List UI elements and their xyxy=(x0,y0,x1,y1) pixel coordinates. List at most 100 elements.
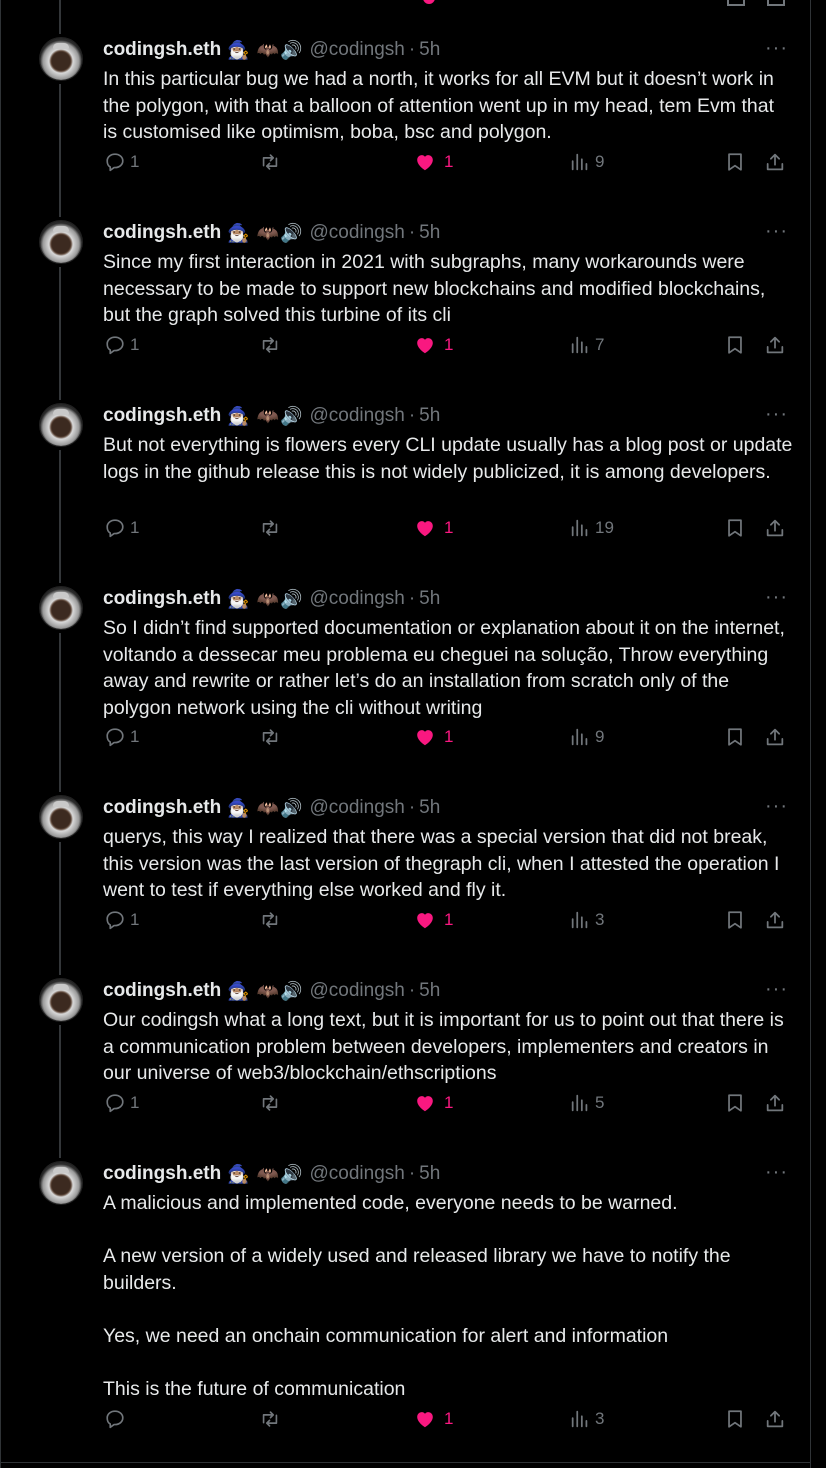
author-handle[interactable]: @codingsh xyxy=(309,1163,404,1185)
views-button[interactable]: 7 xyxy=(569,331,604,359)
tweet-paragraph: A new version of a widely used and relea… xyxy=(103,1245,737,1294)
more-dots-icon[interactable]: ··· xyxy=(765,221,788,241)
like-button[interactable]: 1 xyxy=(414,1405,453,1433)
reply-button[interactable] xyxy=(104,1405,130,1433)
view-count: 9 xyxy=(595,152,605,171)
retweet-button[interactable] xyxy=(258,1089,282,1117)
retweet-icon xyxy=(258,334,282,356)
bookmark-button[interactable] xyxy=(724,514,746,542)
more-dots-icon[interactable]: ··· xyxy=(765,38,788,58)
author-emojis: 🧙🏽‍♂️ 🦇🔊 xyxy=(227,797,304,818)
avatar[interactable] xyxy=(40,1162,82,1204)
bookmark-button[interactable] xyxy=(724,148,746,176)
like-button[interactable]: 1 xyxy=(414,906,453,934)
views-button[interactable]: 3 xyxy=(569,1405,604,1433)
timestamp[interactable]: 5h xyxy=(419,980,440,1002)
bookmark-button[interactable] xyxy=(724,1089,746,1117)
retweet-button[interactable] xyxy=(258,1405,282,1433)
reply-button[interactable]: 1 xyxy=(104,331,139,359)
author-name[interactable]: codingsh.eth xyxy=(103,980,221,1002)
views-button[interactable]: 19 xyxy=(569,514,614,542)
avatar[interactable] xyxy=(40,587,82,629)
author-handle[interactable]: @codingsh xyxy=(309,222,404,244)
bookmark-button[interactable] xyxy=(724,1405,746,1433)
like-count: 1 xyxy=(444,518,454,537)
tweet: codingsh.eth 🧙🏽‍♂️ 🦇🔊 @codingsh · 5h ··· query… xyxy=(0,796,811,960)
timestamp[interactable]: 5h xyxy=(419,588,440,610)
share-button[interactable] xyxy=(764,331,786,359)
author-handle[interactable]: @codingsh xyxy=(309,980,404,1002)
like-button[interactable]: 1 xyxy=(414,1089,453,1117)
like-count: 1 xyxy=(444,1093,454,1112)
tweet-header: codingsh.eth 🧙🏽‍♂️ 🦇🔊 @codingsh · 5h xyxy=(103,587,440,611)
like-button[interactable]: 1 xyxy=(414,331,453,359)
bookmark-button[interactable] xyxy=(724,906,746,934)
reply-button[interactable]: 1 xyxy=(104,148,139,176)
separator-dot: · xyxy=(408,797,416,818)
tweet-actions: 1 1 3 xyxy=(0,906,811,934)
share-button[interactable] xyxy=(764,1405,786,1433)
share-upload-icon xyxy=(764,1408,786,1430)
views-button[interactable]: 3 xyxy=(569,906,604,934)
avatar[interactable] xyxy=(40,404,82,446)
author-emojis: 🧙🏽‍♂️ 🦇🔊 xyxy=(227,980,304,1001)
retweet-button[interactable] xyxy=(258,514,282,542)
avatar[interactable] xyxy=(40,979,82,1021)
share-upload-icon xyxy=(764,334,786,356)
view-count: 7 xyxy=(595,335,605,354)
retweet-icon xyxy=(258,1092,282,1114)
timestamp[interactable]: 5h xyxy=(419,405,440,427)
author-name[interactable]: codingsh.eth xyxy=(103,1163,221,1185)
retweet-button[interactable] xyxy=(258,148,282,176)
share-button[interactable] xyxy=(764,723,786,751)
more-dots-icon[interactable]: ··· xyxy=(765,796,788,816)
author-name[interactable]: codingsh.eth xyxy=(103,39,221,61)
heart-filled-icon xyxy=(414,334,436,356)
timestamp[interactable]: 5h xyxy=(419,1163,440,1185)
view-count: 9 xyxy=(595,727,605,746)
retweet-button[interactable] xyxy=(258,723,282,751)
share-button[interactable] xyxy=(764,906,786,934)
views-button[interactable]: 9 xyxy=(569,148,604,176)
more-dots-icon[interactable]: ··· xyxy=(765,404,788,424)
author-name[interactable]: codingsh.eth xyxy=(103,222,221,244)
views-button[interactable]: 5 xyxy=(569,1089,604,1117)
avatar[interactable] xyxy=(40,221,82,263)
author-handle[interactable]: @codingsh xyxy=(309,588,404,610)
timestamp[interactable]: 5h xyxy=(419,39,440,61)
like-button[interactable]: 1 xyxy=(414,148,453,176)
heart-filled-icon xyxy=(414,726,436,748)
like-button[interactable]: 1 xyxy=(414,514,453,542)
author-handle[interactable]: @codingsh xyxy=(309,797,404,819)
bookmark-button[interactable] xyxy=(724,331,746,359)
view-count: 19 xyxy=(595,518,614,537)
avatar[interactable] xyxy=(40,796,82,838)
reply-button[interactable]: 1 xyxy=(104,906,139,934)
author-name[interactable]: codingsh.eth xyxy=(103,405,221,427)
views-button[interactable]: 9 xyxy=(569,723,604,751)
retweet-button[interactable] xyxy=(258,331,282,359)
tweet-header: codingsh.eth 🧙🏽‍♂️ 🦇🔊 @codingsh · 5h xyxy=(103,404,440,428)
author-name[interactable]: codingsh.eth xyxy=(103,797,221,819)
more-dots-icon[interactable]: ··· xyxy=(765,587,788,607)
bookmark-button[interactable] xyxy=(724,723,746,751)
author-name[interactable]: codingsh.eth xyxy=(103,588,221,610)
tweet: codingsh.eth 🧙🏽‍♂️ 🦇🔊 @codingsh · 5h ··· In th… xyxy=(0,38,811,202)
share-button[interactable] xyxy=(764,1089,786,1117)
timestamp[interactable]: 5h xyxy=(419,797,440,819)
share-button[interactable] xyxy=(764,514,786,542)
avatar[interactable] xyxy=(40,38,82,80)
author-handle[interactable]: @codingsh xyxy=(309,405,404,427)
share-upload-icon xyxy=(764,726,786,748)
timestamp[interactable]: 5h xyxy=(419,222,440,244)
retweet-button[interactable] xyxy=(258,906,282,934)
more-dots-icon[interactable]: ··· xyxy=(765,1162,788,1182)
reply-button[interactable]: 1 xyxy=(104,1089,139,1117)
share-button[interactable] xyxy=(764,148,786,176)
tweet-text: Since my first interaction in 2021 with … xyxy=(103,249,793,329)
author-handle[interactable]: @codingsh xyxy=(309,39,404,61)
reply-button[interactable]: 1 xyxy=(104,514,139,542)
like-button[interactable]: 1 xyxy=(414,723,453,751)
more-dots-icon[interactable]: ··· xyxy=(765,979,788,999)
reply-button[interactable]: 1 xyxy=(104,723,139,751)
